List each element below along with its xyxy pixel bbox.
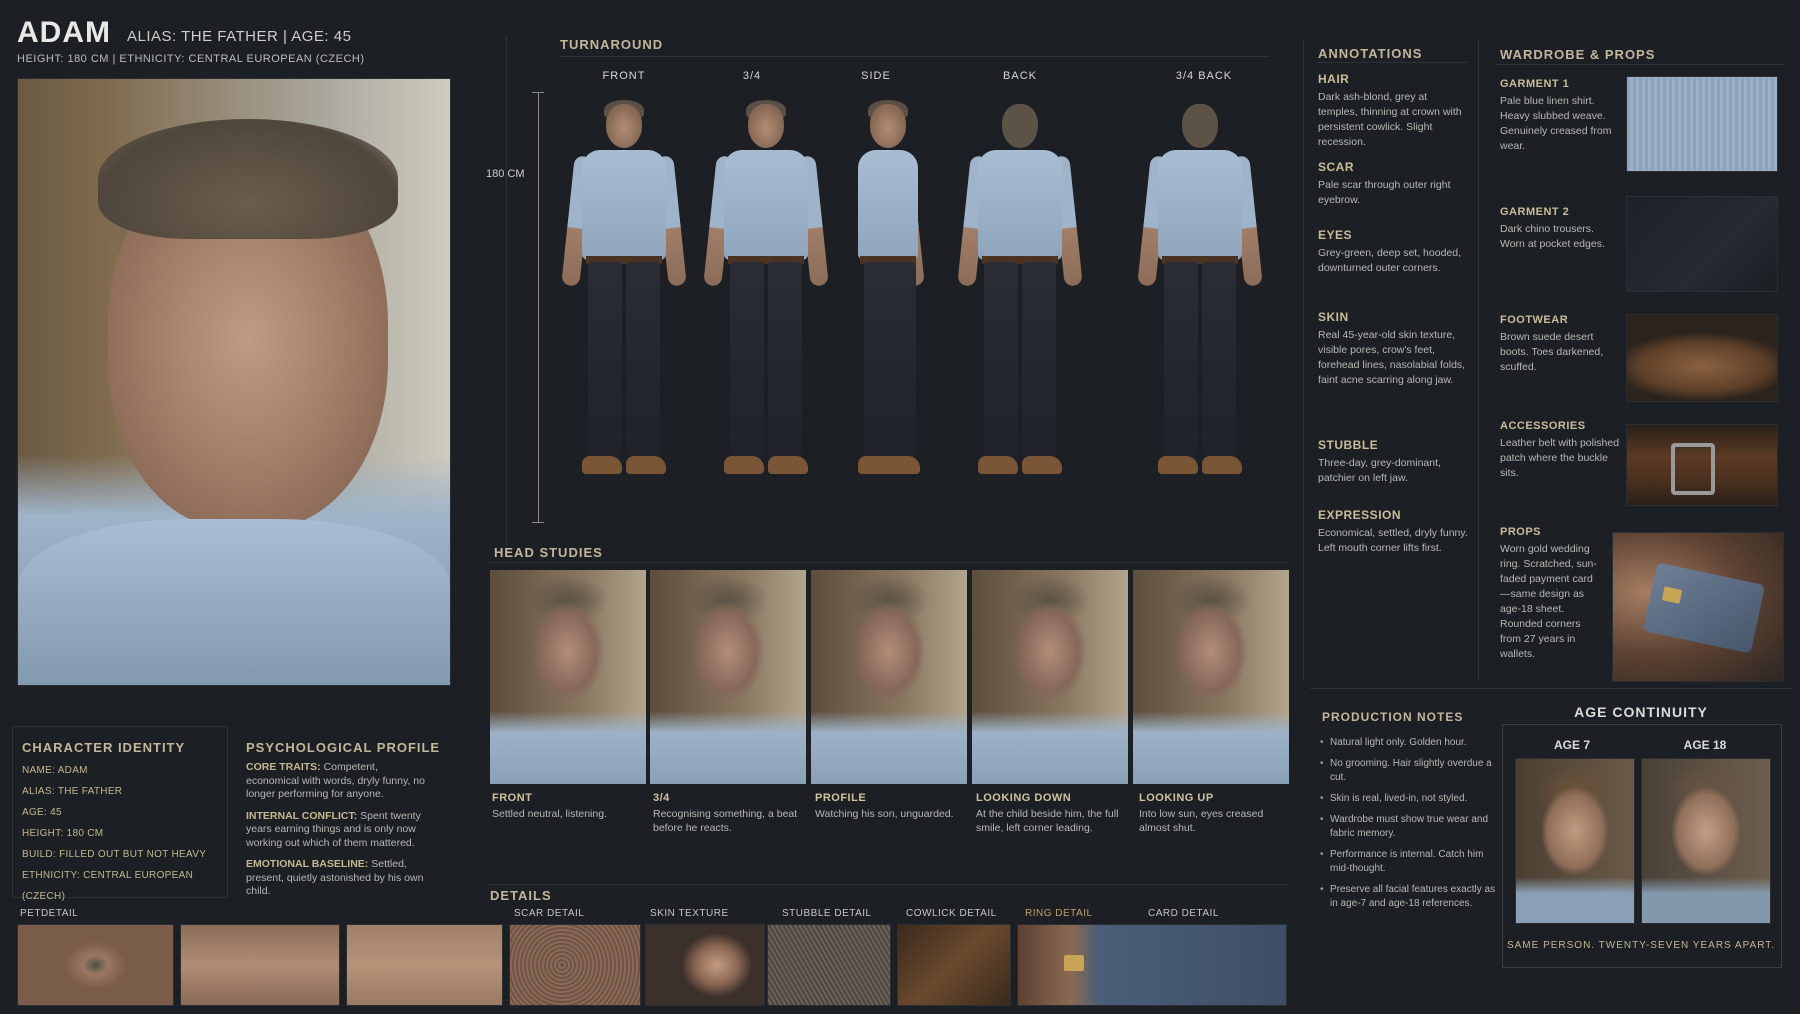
annotation-skin: SKIN Real 45-year-old skin texture, visi… [1318,310,1466,386]
head-study-caption-looking-up: LOOKING UP Into low sun, eyes creased al… [1139,792,1264,834]
age-7-label: AGE 7 [1553,738,1590,752]
divider [488,562,1288,563]
detail-label-stubble: STUBBLE DETAIL [782,908,872,919]
height-scale-tick [532,522,544,523]
wardrobe-title: WARDROBE & PROPS [1500,47,1656,62]
view-label-back: BACK [1003,70,1037,82]
belt-buckle-icon [1671,443,1715,495]
age-18-label: AGE 18 [1683,738,1727,752]
wardrobe-footwear: FOOTWEAR Brown suede desert boots. Toes … [1500,314,1604,373]
detail-label-cowlick: COWLICK DETAIL [906,908,997,919]
wardrobe-garment-2: GARMENT 2 Dark chino trousers. Worn at p… [1500,206,1605,250]
view-label-side: SIDE [861,70,891,82]
age-continuity-title: AGE CONTINUITY [1574,704,1708,720]
annotation-expression: EXPRESSION Economical, settled, dryly fu… [1318,508,1468,554]
swatch-payment-card [1612,532,1784,682]
divider [560,56,1270,57]
production-notes: Natural light only. Golden hour. No groo… [1320,736,1496,918]
swatch-linen-shirt [1626,76,1778,172]
height-scale-tick [532,92,544,93]
turnaround-figure-front [561,96,687,496]
view-label-front: FRONT [602,70,646,82]
card-chip-icon [1661,586,1683,604]
psych-emotional-baseline: EMOTIONAL BASELINE: Settled, present, qu… [246,858,424,897]
card-chip-icon [1064,955,1084,971]
age-7-photo [1515,758,1635,924]
annotation-stubble: STUBBLE Three-day, grey-dominant, patchi… [1318,438,1441,484]
detail-skin-texture [645,924,765,1006]
detail-stubble [767,924,891,1006]
divider [1310,688,1792,689]
wardrobe-accessories: ACCESSORIES Leather belt with polished p… [1500,420,1620,479]
annotation-eyes: EYES Grey-green, deep set, hooded, downt… [1318,228,1462,274]
wardrobe-garment-1: GARMENT 1 Pale blue linen shirt. Heavy s… [1500,78,1612,152]
card-icon [1642,562,1766,654]
head-study-caption-looking-down: LOOKING DOWN At the child beside him, th… [976,792,1119,834]
details-title: DETAILS [490,888,552,903]
age-18-photo [1641,758,1771,924]
height-label: 180 CM [486,168,525,180]
annotations-title: ANNOTATIONS [1318,46,1423,61]
divider [1318,62,1468,63]
age-continuity-caption: SAME PERSON. TWENTY-SEVEN YEARS APART. [1506,940,1776,951]
production-title: PRODUCTION NOTES [1322,710,1464,724]
divider [1303,40,1304,680]
identity-lines: NAME: ADAM ALIAS: THE FATHER AGE: 45 HEI… [22,765,207,902]
divider [1495,64,1785,65]
character-alias: ALIAS: THE FATHER | AGE: 45 [127,28,352,45]
psych-items: CORE TRAITS: Competent, economical with … [246,761,432,899]
turnaround-figure-back [957,96,1083,496]
detail-label-pet: PETDETAIL [20,908,79,919]
swatch-chino-trousers [1626,196,1778,292]
swatch-desert-boots [1626,314,1778,402]
turnaround-figure-three-quarter-back [1137,96,1263,496]
detail-label-ring: RING DETAIL [1025,908,1093,919]
view-label-three-quarter: 3/4 [742,70,762,82]
height-scale-line [538,92,539,522]
divider [506,36,507,546]
turnaround-figure-three-quarter [703,96,829,496]
psych-internal-conflict: INTERNAL CONFLICT: Spent twenty years ea… [246,809,421,849]
portrait-hair [98,119,398,239]
detail-label-card: CARD DETAIL [1148,908,1219,919]
character-name: ADAM [17,16,111,49]
head-study-looking-down [972,570,1128,784]
divider [1478,40,1479,680]
annotations-list: HAIR Dark ash-blond, grey at temples, th… [1318,72,1468,556]
head-studies-title: HEAD STUDIES [494,545,603,560]
detail-scar [509,924,641,1006]
detail-eye [17,924,174,1006]
psych-title: PSYCHOLOGICAL PROFILE [246,740,441,755]
head-study-three-quarter [650,570,806,784]
portrait-shirt [18,519,450,685]
detail-label-skin: SKIN TEXTURE [650,908,729,919]
detail-forehead [346,924,503,1006]
detail-label-scar: SCAR DETAIL [514,908,585,919]
view-label-three-quarter-back: 3/4 BACK [1175,70,1233,82]
detail-brow [180,924,340,1006]
head-study-caption-front: FRONT Settled neutral, listening. [492,792,607,820]
psych-core-traits: CORE TRAITS: Competent, economical with … [246,761,425,800]
divider [488,884,1288,885]
turnaround-title: TURNAROUND [560,37,664,52]
main-portrait [17,78,451,686]
head-study-front [490,570,646,784]
identity-title: CHARACTER IDENTITY [22,740,186,755]
annotation-scar: SCAR Pale scar through outer right eyebr… [1318,160,1451,206]
head-study-caption-three-quarter: 3/4 Recognising something, a beat before… [653,792,798,834]
swatch-leather-belt [1626,424,1778,506]
head-study-looking-up [1133,570,1289,784]
turnaround-figure-side [828,96,948,496]
detail-cowlick [897,924,1011,1006]
detail-ring-and-card [1017,924,1287,1006]
annotation-hair: HAIR Dark ash-blond, grey at temples, th… [1318,72,1462,148]
character-subheader: HEIGHT: 180 CM | ETHNICITY: CENTRAL EURO… [17,53,365,65]
head-study-caption-profile: PROFILE Watching his son, unguarded. [815,792,954,820]
head-study-profile [811,570,967,784]
wardrobe-props: PROPS Worn gold wedding ring. Scratched,… [1500,526,1597,660]
